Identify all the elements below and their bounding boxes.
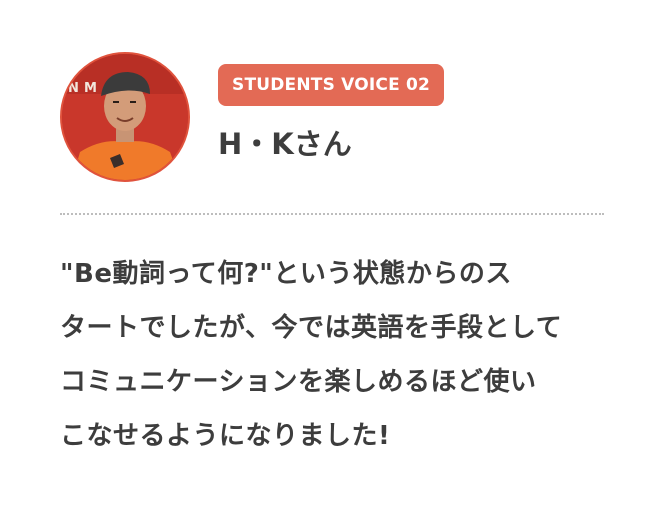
dotted-divider <box>60 213 604 215</box>
student-photo-icon: N M <box>62 54 188 180</box>
svg-text:N: N <box>68 81 79 96</box>
testimonial-line: こなせるようになりました! <box>60 421 391 451</box>
svg-text:M: M <box>84 81 97 96</box>
student-avatar: N M <box>60 52 190 182</box>
testimonial-text: "Be動詞って何?"という状態からのス タートでしたが、今では英語を手段として … <box>60 247 620 463</box>
testimonial-line: コミュニケーションを楽しめるほど使い <box>60 367 537 397</box>
students-voice-badge: STUDENTS VOICE 02 <box>218 64 445 106</box>
testimonial-line: タートでしたが、今では英語を手段として <box>60 313 563 343</box>
testimonial-line: "Be動詞って何?"という状態からのス <box>60 259 512 289</box>
student-name: H・Kさん <box>218 127 352 161</box>
student-voice-card: N M STUDENTS VOICE 02 H・Kさん "Be動詞って何?"とい… <box>0 0 664 514</box>
